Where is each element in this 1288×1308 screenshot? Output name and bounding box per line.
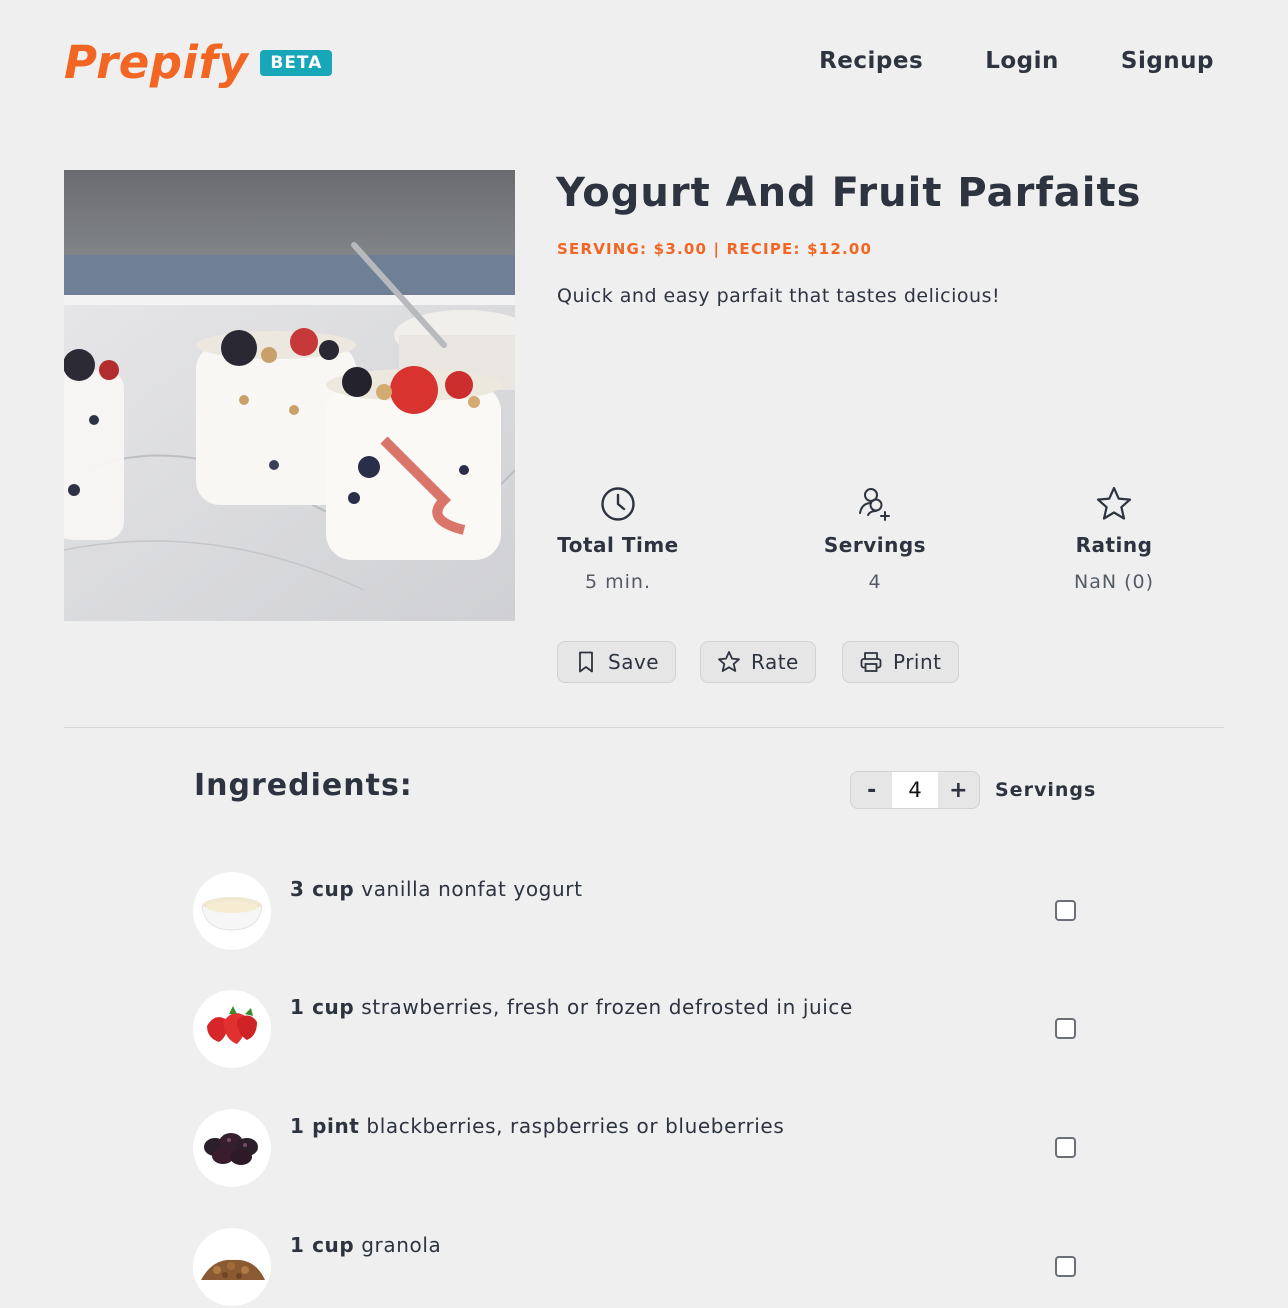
ingredient-thumbnail (193, 1228, 271, 1306)
nav-signup-link[interactable]: Signup (1121, 48, 1214, 74)
clock-icon (601, 487, 635, 521)
ingredient-name: vanilla nonfat yogurt (361, 877, 583, 901)
brand-logo[interactable]: Prepify BETA (64, 36, 333, 89)
print-label: Print (893, 650, 942, 674)
rate-label: Rate (751, 650, 799, 674)
servings-label: Servings (995, 779, 1097, 801)
increase-servings-button[interactable]: + (938, 772, 979, 808)
save-label: Save (608, 650, 660, 674)
ingredient-thumbnail (193, 872, 271, 950)
stat-rating: Rating NaN (0) (1014, 485, 1214, 593)
servings-stepper: - 4 + (850, 771, 980, 809)
decrease-servings-button[interactable]: - (851, 772, 892, 808)
star-icon (1096, 486, 1132, 520)
ingredient-text: 3 cup vanilla nonfat yogurt (290, 877, 583, 901)
ingredient-name: blackberries, raspberries or blueberries (366, 1114, 785, 1138)
star-icon (718, 651, 740, 672)
ingredient-checkbox[interactable] (1055, 1256, 1076, 1277)
save-button[interactable]: Save (557, 641, 677, 683)
ingredient-item: 1 cup strawberries, fresh or frozen defr… (193, 990, 1093, 1070)
ingredient-name: strawberries, fresh or frozen defrosted … (361, 995, 853, 1019)
ingredient-quantity: 1 cup (290, 995, 355, 1019)
stat-label: Rating (1075, 533, 1153, 557)
stat-total-time: Total Time 5 min. (518, 485, 718, 593)
beta-badge: BETA (260, 49, 333, 76)
users-icon (859, 488, 890, 521)
ingredient-checkbox[interactable] (1055, 1018, 1076, 1039)
ingredient-quantity: 1 pint (290, 1114, 360, 1138)
ingredient-item: 3 cup vanilla nonfat yogurt (193, 872, 1093, 952)
top-nav: Recipes Login Signup (819, 48, 1214, 74)
bookmark-icon (579, 651, 593, 673)
printer-icon (860, 652, 882, 672)
price-line: SERVING: $3.00 | RECIPE: $12.00 (557, 240, 873, 258)
print-button[interactable]: Print (842, 641, 959, 683)
brand-name: Prepify (64, 36, 249, 89)
ingredient-thumbnail (193, 1109, 271, 1187)
stat-value: NaN (0) (1073, 571, 1155, 593)
ingredient-checkbox[interactable] (1055, 1137, 1076, 1158)
nav-login-link[interactable]: Login (985, 48, 1059, 74)
ingredient-quantity: 1 cup (290, 1233, 355, 1257)
servings-input[interactable]: 4 (892, 772, 938, 808)
ingredient-quantity: 3 cup (290, 877, 355, 901)
recipe-photo (64, 170, 515, 621)
ingredient-thumbnail (193, 990, 271, 1068)
section-divider (64, 727, 1224, 728)
stat-label: Servings (823, 533, 927, 557)
ingredient-name: granola (361, 1233, 442, 1257)
ingredient-checkbox[interactable] (1055, 900, 1076, 921)
stat-servings: Servings 4 (775, 485, 975, 593)
nav-recipes-link[interactable]: Recipes (819, 48, 923, 74)
recipe-title: Yogurt And Fruit Parfaits (556, 170, 1142, 216)
ingredient-item: 1 pint blackberries, raspberries or blue… (193, 1109, 1093, 1189)
ingredient-text: 1 cup strawberries, fresh or frozen defr… (290, 995, 853, 1019)
stat-value: 4 (868, 571, 882, 593)
ingredient-item: 1 cup granola (193, 1228, 1093, 1308)
rate-button[interactable]: Rate (700, 641, 816, 683)
stat-label: Total Time (557, 533, 679, 557)
ingredients-title: Ingredients: (194, 768, 413, 803)
ingredient-text: 1 cup granola (290, 1233, 441, 1257)
recipe-description: Quick and easy parfait that tastes delic… (557, 285, 1001, 307)
ingredient-text: 1 pint blackberries, raspberries or blue… (290, 1114, 784, 1138)
stat-value: 5 min. (585, 571, 651, 593)
